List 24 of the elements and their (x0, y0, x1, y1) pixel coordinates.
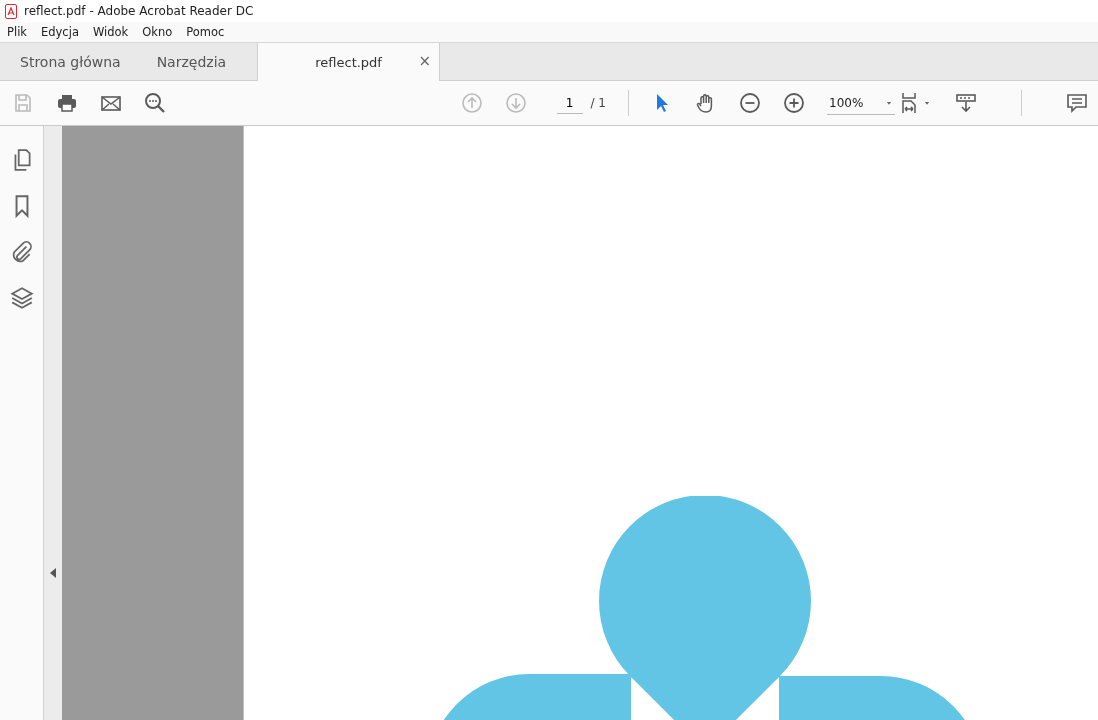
close-button[interactable]: × (418, 52, 432, 70)
search-icon[interactable] (144, 92, 166, 114)
tab-label: reflect.pdf (315, 54, 382, 70)
menu-item[interactable]: Okno (135, 25, 180, 39)
menu-item[interactable]: Plik (0, 25, 34, 39)
zoom-in-icon[interactable] (783, 92, 805, 114)
tab[interactable]: Narzędzia (137, 43, 244, 80)
window-title: reflect.pdf - Adobe Acrobat Reader DC (24, 4, 254, 18)
print-icon[interactable] (56, 92, 78, 114)
menu-item[interactable]: Pomoc (179, 25, 232, 39)
zoom-value: 100% (829, 95, 864, 110)
page-count: / 1 (590, 96, 606, 110)
layers-icon[interactable] (9, 286, 34, 310)
collapse-arrow-icon[interactable] (50, 567, 56, 578)
pdf-file-icon (5, 3, 17, 19)
comment-icon[interactable] (1066, 92, 1088, 114)
tab[interactable]: Strona główna (0, 43, 138, 80)
zoom-out-icon[interactable] (739, 92, 761, 114)
page-number-field[interactable]: 1 (556, 92, 583, 114)
menu-item[interactable]: Edycja (34, 25, 86, 39)
menu-item[interactable]: Widok (85, 25, 136, 39)
document-tab[interactable]: reflect.pdf × (257, 43, 441, 81)
zoom-dropdown[interactable]: 100% (827, 91, 895, 115)
scroll-mode-icon[interactable] (955, 92, 977, 114)
